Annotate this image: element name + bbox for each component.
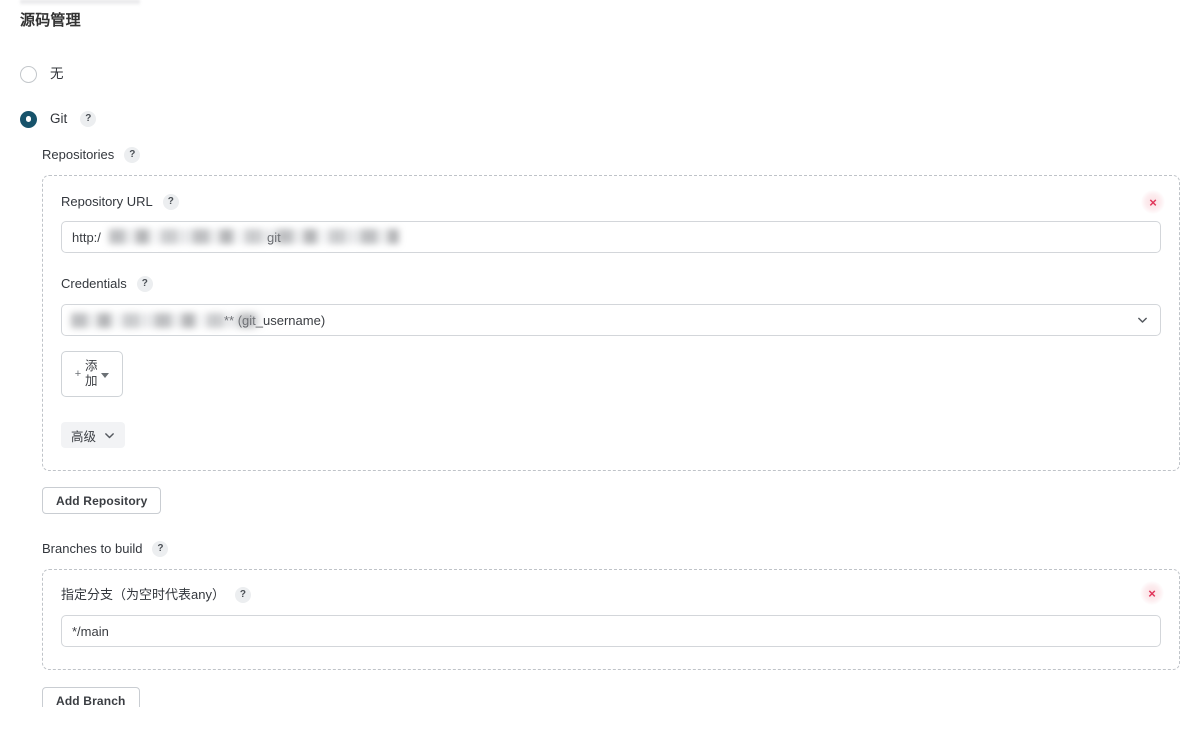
credentials-selected-value: ** (git_username) (224, 312, 326, 328)
credentials-select-wrap: ** (git_username) (61, 304, 1161, 336)
chevron-down-icon-advanced (104, 430, 115, 441)
repositories-label-row: Repositories ? (42, 146, 1180, 164)
branch-spec-label-row: 指定分支（为空时代表any） ? (61, 586, 1161, 604)
radio-git[interactable] (20, 110, 37, 128)
page-title: 源码管理 (20, 12, 81, 29)
branch-card: × 指定分支（为空时代表any） ? (42, 569, 1180, 670)
help-icon-branches[interactable]: ? (152, 541, 169, 557)
plus-icon: + (74, 367, 82, 380)
repository-card: × Repository URL ? Credentials ? ** (git… (42, 175, 1180, 471)
credentials-label: Credentials (61, 276, 127, 291)
add-credentials-button[interactable]: + 添加 (61, 351, 123, 397)
repository-url-label: Repository URL (61, 194, 153, 209)
add-branch-button-clipped-wrap: Add Branch (42, 687, 1180, 707)
branch-spec-label: 指定分支（为空时代表any） (61, 587, 225, 602)
radio-none[interactable] (20, 65, 37, 83)
branches-label: Branches to build (42, 541, 143, 556)
branch-spec-input[interactable] (61, 615, 1161, 647)
repositories-label: Repositories (42, 147, 115, 162)
scm-option-none[interactable]: 无 (20, 61, 1180, 87)
chevron-down-icon (1137, 315, 1148, 326)
add-branch-button[interactable]: Add Branch (42, 687, 140, 707)
caret-down-icon (101, 372, 110, 378)
credentials-label-row: Credentials ? (61, 275, 1161, 293)
scm-config-page: 源码管理 无 Git ? Repositories ? × Repository… (0, 11, 1200, 707)
scm-option-none-label: 无 (50, 66, 64, 82)
delete-branch-button[interactable]: × (1140, 581, 1164, 605)
add-repository-button[interactable]: Add Repository (42, 487, 162, 514)
branch-input-wrap (61, 615, 1161, 647)
branches-label-row: Branches to build ? (42, 540, 1180, 558)
help-icon-repository-url[interactable]: ? (162, 194, 179, 210)
repository-url-input-wrap (61, 221, 1161, 253)
clipped-text-above-title (20, 0, 140, 6)
delete-repository-button[interactable]: × (1141, 190, 1165, 214)
advanced-label: 高级 (71, 429, 97, 444)
help-icon-repositories[interactable]: ? (124, 147, 141, 163)
add-credentials-label: 添加 (84, 359, 98, 388)
repository-url-label-row: Repository URL ? (61, 193, 1161, 211)
scm-option-git-label: Git (50, 111, 68, 127)
repository-url-input[interactable] (61, 221, 1161, 253)
scm-option-git[interactable]: Git ? (20, 106, 1180, 132)
credentials-select[interactable]: ** (git_username) (61, 304, 1161, 336)
help-icon-credentials[interactable]: ? (136, 276, 153, 292)
help-icon-git[interactable]: ? (80, 111, 97, 127)
help-icon-branch-spec[interactable]: ? (234, 587, 251, 603)
git-section-body: Repositories ? × Repository URL ? Creden… (42, 146, 1180, 707)
advanced-button[interactable]: 高级 (61, 422, 126, 448)
